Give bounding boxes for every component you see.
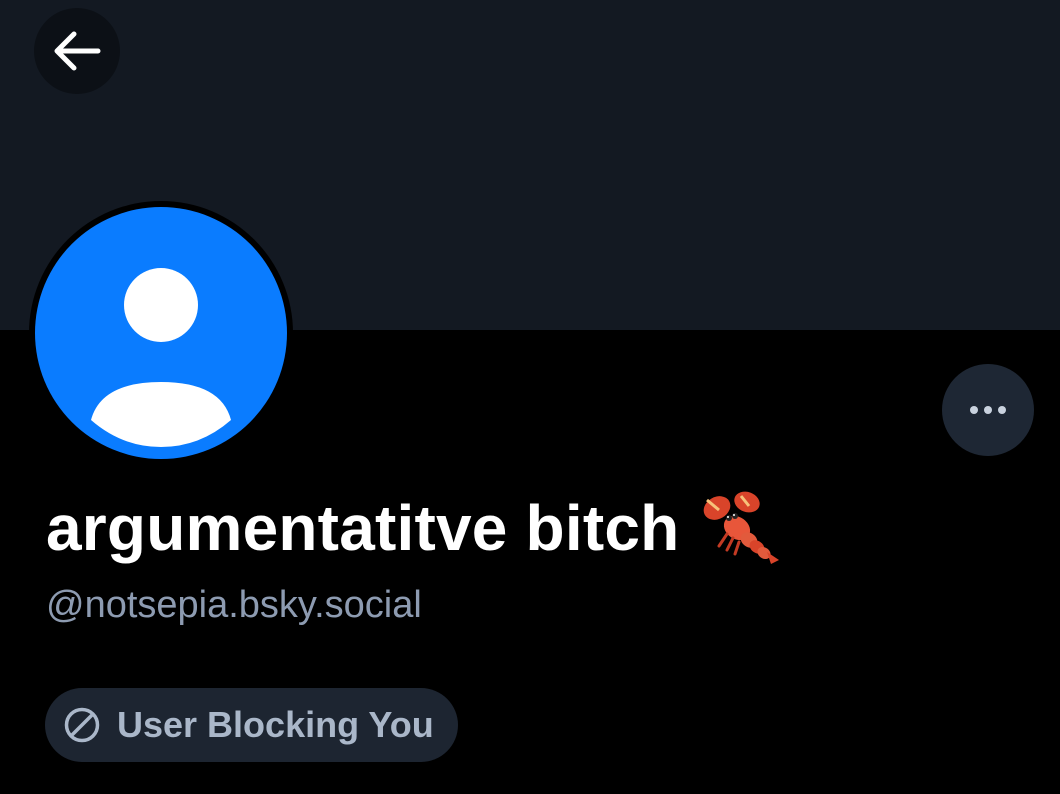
default-avatar: [35, 207, 287, 459]
back-button[interactable]: [34, 8, 120, 94]
more-options-button[interactable]: [942, 364, 1034, 456]
ellipsis-icon: [970, 406, 1006, 414]
block-icon: [64, 707, 100, 743]
display-name-text: argumentatitve bitch: [46, 492, 680, 564]
arrow-left-icon: [54, 31, 101, 71]
display-name: argumentatitve bitch: [46, 488, 781, 568]
profile-screen: argumentatitve bitch @notsepia.bsky.soci…: [0, 0, 1060, 794]
default-user-icon: [91, 268, 231, 447]
avatar[interactable]: [29, 201, 293, 465]
profile-handle: @notsepia.bsky.social: [46, 584, 422, 626]
blocking-status-badge: User Blocking You: [45, 688, 458, 762]
blocking-status-label: User Blocking You: [117, 704, 434, 745]
lobster-icon: [704, 491, 780, 564]
